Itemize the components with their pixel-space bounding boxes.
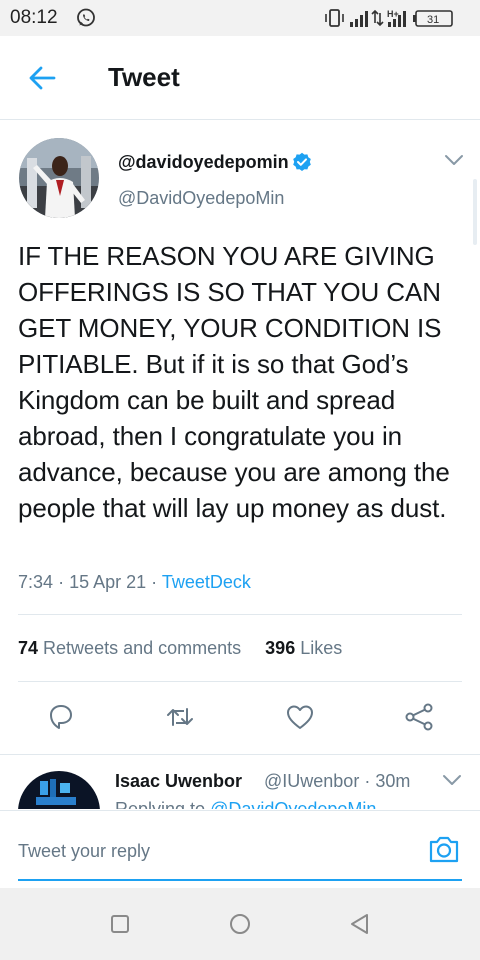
- handle[interactable]: @DavidOyedepoMin: [118, 188, 284, 209]
- app-header: Tweet: [0, 36, 480, 120]
- tweet-stats: 74 Retweets and comments 396 Likes: [18, 638, 342, 659]
- battery-level: 31: [427, 14, 439, 26]
- status-time: 08:12: [10, 7, 58, 28]
- arrow-left-icon[interactable]: [26, 62, 58, 94]
- reply-display-name[interactable]: Isaac Uwenbor: [115, 771, 242, 792]
- system-nav-bar: [0, 888, 480, 960]
- tweet-source-link[interactable]: TweetDeck: [162, 572, 251, 592]
- replying-handle-link[interactable]: @DavidOyedepoMin: [210, 799, 376, 809]
- status-icons: H+ 31: [325, 9, 453, 27]
- retweet-icon[interactable]: [164, 701, 196, 733]
- whatsapp-icon: [77, 8, 95, 27]
- tweet-text: IF THE REASON YOU ARE GIVING OFFERINGS I…: [18, 241, 450, 523]
- tweet-time: 7:34: [18, 572, 54, 592]
- retweets-stat[interactable]: 74 Retweets and comments: [18, 638, 246, 658]
- camera-icon[interactable]: [427, 833, 461, 865]
- retweets-label: Retweets and comments: [43, 638, 242, 658]
- display-name[interactable]: @davidoyedepomin: [118, 152, 289, 173]
- recents-square-icon[interactable]: [108, 912, 132, 936]
- status-bar: 08:12 H+ 31: [0, 0, 480, 36]
- reply-tweet[interactable]: Isaac Uwenbor @IUwenbor · 30m Replying t…: [0, 755, 480, 809]
- reply-composer: Tweet your reply: [0, 810, 480, 888]
- tweet-actions: [0, 701, 480, 735]
- divider: [18, 614, 462, 615]
- avatar[interactable]: [19, 138, 99, 218]
- signal-icon: [350, 11, 368, 27]
- chevron-down-icon[interactable]: [441, 771, 463, 789]
- replying-prefix: Replying to: [115, 799, 206, 809]
- replying-to: Replying to @DavidOyedepoMin: [115, 799, 376, 809]
- like-icon[interactable]: [284, 701, 316, 733]
- share-icon[interactable]: [403, 701, 435, 733]
- reply-icon[interactable]: [45, 701, 77, 733]
- retweets-count: 74: [18, 638, 39, 658]
- tweet-meta: 7:34 · 15 Apr 21 · TweetDeck: [18, 572, 251, 592]
- tweet-date: 15 Apr 21: [69, 572, 147, 592]
- chevron-down-icon[interactable]: [442, 150, 466, 170]
- reply-handle[interactable]: @IUwenbor: [264, 771, 359, 791]
- input-underline: [18, 879, 462, 881]
- avatar[interactable]: [18, 771, 100, 809]
- reply-input[interactable]: Tweet your reply: [18, 841, 150, 862]
- likes-stat[interactable]: 396 Likes: [265, 638, 342, 658]
- reply-handle-time: @IUwenbor · 30m: [264, 771, 411, 791]
- back-triangle-icon[interactable]: [348, 912, 372, 936]
- reply-time: 30m: [375, 771, 411, 791]
- likes-label: Likes: [300, 638, 343, 658]
- vibrate-icon: [325, 9, 344, 27]
- divider: [18, 681, 462, 682]
- likes-count: 396: [265, 638, 296, 658]
- network-type: H+: [387, 9, 399, 19]
- home-circle-icon[interactable]: [228, 912, 252, 936]
- battery-icon: 31: [413, 10, 453, 27]
- verified-badge-icon: [293, 152, 311, 171]
- scrollbar[interactable]: [473, 179, 477, 245]
- data-arrows-icon: [371, 9, 384, 27]
- page-title: Tweet: [108, 62, 180, 92]
